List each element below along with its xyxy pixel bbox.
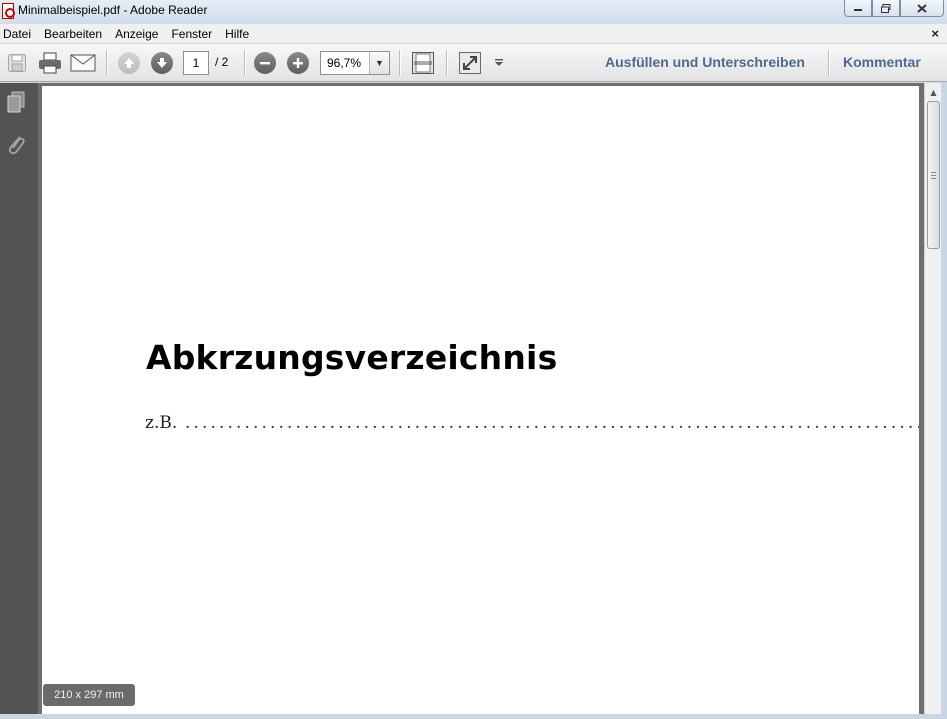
scroll-up-button[interactable]: ▲	[926, 84, 941, 100]
arrow-up-icon	[118, 52, 140, 74]
zoom-level-select[interactable]: 96,7% ▼	[320, 51, 390, 75]
comment-button[interactable]: Kommentar	[843, 54, 921, 70]
grip-icon	[931, 172, 936, 179]
plus-icon	[287, 52, 309, 74]
window-controls	[844, 0, 944, 18]
chevron-down-icon[interactable]: ▼	[369, 52, 389, 74]
previous-page-button[interactable]	[116, 51, 142, 75]
adobe-reader-window: Minimalbeispiel.pdf - Adobe Reader Datei…	[0, 0, 947, 719]
toolbar-separator	[446, 50, 447, 76]
toolbar-separator	[399, 50, 400, 76]
save-icon	[8, 54, 26, 72]
title-bar: Minimalbeispiel.pdf - Adobe Reader	[0, 0, 947, 24]
maximize-button[interactable]	[872, 0, 900, 17]
minus-icon	[254, 52, 276, 74]
pdf-page: Abkrzungsverzeichnis z.B. ..............…	[42, 86, 919, 718]
pdf-file-icon	[2, 3, 15, 19]
fill-and-sign-button[interactable]: Ausfüllen und Unterschreiben	[605, 54, 805, 70]
printer-icon	[39, 52, 61, 74]
restore-icon	[881, 3, 891, 13]
zoom-out-button[interactable]	[252, 51, 278, 75]
envelope-icon	[70, 54, 96, 72]
email-button[interactable]	[70, 51, 96, 75]
pages-icon	[7, 91, 25, 113]
next-page-button[interactable]	[149, 51, 175, 75]
attachments-button[interactable]	[5, 133, 27, 157]
toolbar-separator	[828, 50, 829, 76]
window-title: Minimalbeispiel.pdf - Adobe Reader	[18, 3, 208, 17]
paperclip-icon	[8, 136, 25, 155]
toolbar-separator	[106, 50, 107, 76]
close-window-button[interactable]	[900, 0, 944, 17]
print-button[interactable]	[37, 51, 63, 75]
fit-page-icon	[412, 52, 434, 74]
menu-datei[interactable]: Datei	[0, 27, 37, 41]
zoom-in-button[interactable]	[285, 51, 311, 75]
minimize-icon	[854, 9, 862, 11]
navigation-pane	[0, 83, 38, 719]
menu-bearbeiten[interactable]: Bearbeiten	[41, 27, 108, 41]
menu-anzeige[interactable]: Anzeige	[112, 27, 164, 41]
scrollbar-thumb[interactable]	[927, 101, 940, 249]
document-viewer[interactable]: Abkrzungsverzeichnis z.B. ..............…	[38, 83, 924, 719]
leader-dots: ........................................…	[185, 413, 919, 433]
zoom-value: 96,7%	[327, 56, 362, 70]
expand-icon	[459, 52, 481, 74]
window-border	[0, 714, 947, 719]
fit-page-button[interactable]	[410, 51, 436, 75]
page-total: / 2	[215, 55, 229, 69]
full-screen-button[interactable]	[457, 51, 483, 75]
page-number-input[interactable]: 1	[183, 51, 209, 75]
vertical-scrollbar[interactable]: ▲	[924, 83, 941, 719]
window-border	[941, 83, 947, 719]
minimize-button[interactable]	[844, 0, 872, 17]
caret-down-icon	[495, 59, 503, 66]
abbreviation-term: z.B.	[145, 413, 178, 433]
close-document-button[interactable]: ×	[931, 26, 939, 41]
page-thumbnails-button[interactable]	[5, 91, 27, 115]
document-heading: Abkrzungsverzeichnis	[146, 338, 558, 377]
menu-hilfe[interactable]: Hilfe	[222, 27, 255, 41]
close-icon	[917, 3, 927, 13]
toolbar-overflow-button[interactable]	[488, 51, 510, 75]
abbreviation-entry: z.B. ...................................…	[145, 413, 919, 435]
save-button[interactable]	[4, 51, 30, 75]
toolbar-separator	[244, 50, 245, 76]
page-size-badge: 210 x 297 mm	[43, 684, 135, 706]
arrow-down-icon	[151, 52, 173, 74]
menu-fenster[interactable]: Fenster	[168, 27, 218, 41]
menu-bar: Datei Bearbeiten Anzeige Fenster Hilfe ×	[0, 24, 947, 44]
